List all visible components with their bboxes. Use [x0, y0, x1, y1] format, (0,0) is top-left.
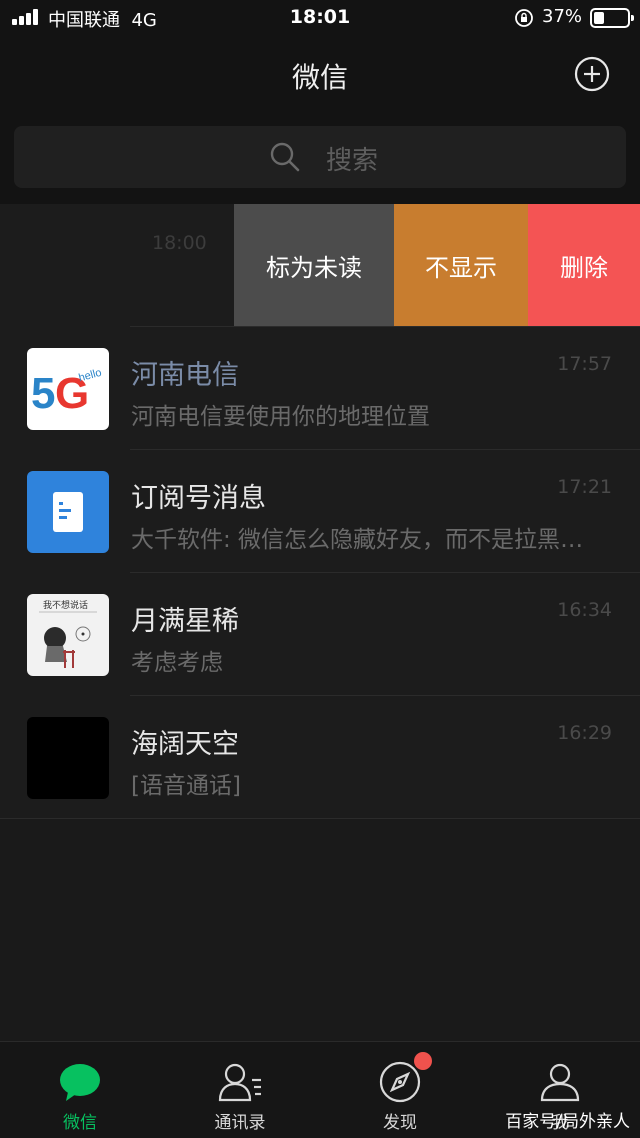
- rotation-lock-icon: [515, 9, 533, 27]
- chat-row[interactable]: 订阅号消息 17:21 大千软件: 微信怎么隐藏好友，而不是拉黑删除？: [0, 450, 640, 573]
- logo-5: 5: [31, 369, 55, 418]
- chat-bubble-icon: [60, 1064, 100, 1101]
- person-icon: [540, 1063, 580, 1102]
- contacts-icon: [218, 1063, 261, 1102]
- tab-chats[interactable]: 微信: [0, 1042, 160, 1138]
- chat-time: 16:29: [557, 722, 612, 744]
- chat-list: 18:00 标为未读 不显示 删除 5 G hello 河南电信 17:57 河…: [0, 204, 640, 819]
- swiped-chat-row[interactable]: 18:00 标为未读 不显示 删除: [0, 204, 640, 327]
- page-title: 微信: [291, 61, 348, 94]
- chat-row[interactable]: 我不想说话 月满星稀 16:34 考虑考虑: [0, 573, 640, 696]
- plus-circle-icon[interactable]: [574, 56, 610, 92]
- tab-label: 微信: [63, 1113, 97, 1133]
- avatar-sketch-photo: 我不想说话: [27, 594, 109, 676]
- battery-percent: 37%: [542, 6, 583, 27]
- chat-preview: 大千软件: 微信怎么隐藏好友，而不是拉黑删除？: [131, 527, 586, 553]
- chat-row[interactable]: 海阔天空 16:29 [语音通话]: [0, 696, 640, 819]
- hide-chat-button[interactable]: 不显示: [394, 204, 528, 327]
- tab-label: 通讯录: [214, 1113, 266, 1133]
- search-area: 搜索: [0, 108, 640, 204]
- mark-unread-button[interactable]: 标为未读: [234, 204, 394, 327]
- search-placeholder: 搜索: [326, 146, 379, 176]
- 5g-hello-logo: 5 G hello: [31, 367, 103, 418]
- chat-row[interactable]: 5 G hello 河南电信 17:57 河南电信要使用你的地理位置: [0, 327, 640, 450]
- battery-icon: [590, 8, 634, 28]
- status-bar: 中国联通 4G 18:01 37%: [0, 0, 640, 36]
- chat-time: 17:21: [557, 476, 612, 498]
- sketch-photo: 我不想说话: [39, 599, 97, 668]
- search-input[interactable]: 搜索: [14, 126, 626, 188]
- nav-header: 微信: [0, 36, 640, 108]
- avatar-5g-logo: 5 G hello: [27, 348, 109, 430]
- chat-name: 河南电信: [131, 360, 239, 391]
- chat-time: 18:00: [152, 232, 207, 254]
- chat-preview: 考虑考虑: [131, 650, 223, 676]
- avatar-subscription: [27, 471, 109, 553]
- chat-time: 16:34: [557, 599, 612, 621]
- tab-discover[interactable]: 发现: [320, 1042, 480, 1138]
- sketch-caption: 我不想说话: [43, 599, 88, 610]
- chat-name: 月满星稀: [131, 606, 239, 637]
- watermark: 百家号/局外亲人: [505, 1112, 630, 1132]
- search-icon: [270, 142, 300, 172]
- row-divider: [0, 818, 640, 819]
- black-avatar: [27, 717, 109, 799]
- chat-preview: [语音通话]: [131, 773, 241, 799]
- notification-badge: [414, 1052, 432, 1070]
- chat-name: 海阔天空: [131, 729, 239, 760]
- chat-preview: 河南电信要使用你的地理位置: [131, 404, 430, 430]
- subscription-document-icon: [53, 492, 83, 532]
- tab-label: 发现: [383, 1113, 417, 1133]
- tab-contacts[interactable]: 通讯录: [160, 1042, 320, 1138]
- chat-name: 订阅号消息: [131, 483, 266, 514]
- delete-chat-button[interactable]: 删除: [528, 204, 640, 327]
- chat-time: 17:57: [557, 353, 612, 375]
